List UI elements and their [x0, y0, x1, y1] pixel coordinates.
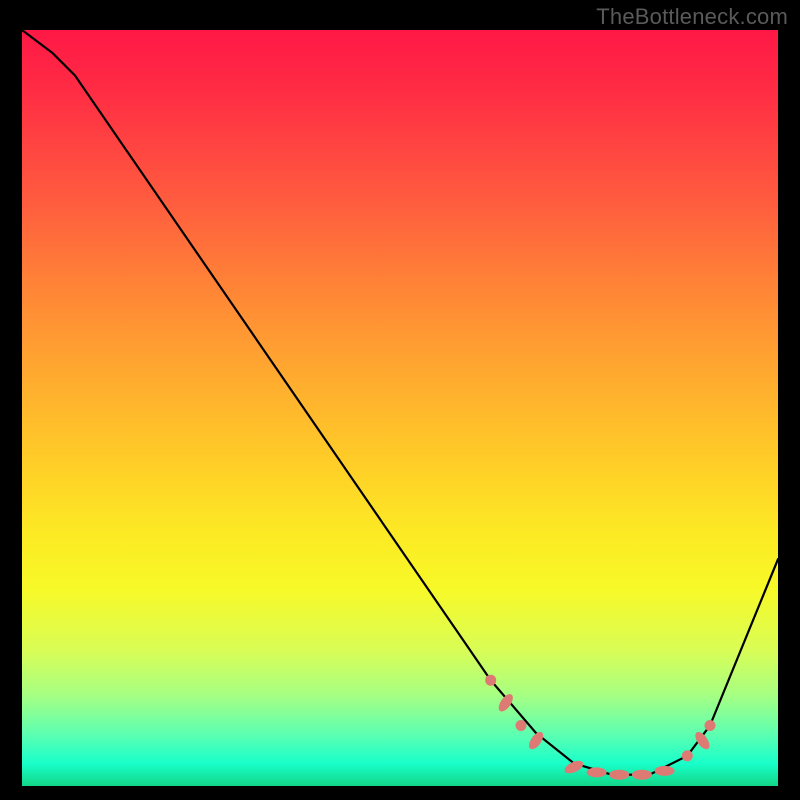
marker-dot	[682, 750, 693, 761]
marker-lozenge	[632, 770, 652, 780]
marker-lozenge	[496, 692, 516, 714]
plot-area	[22, 30, 778, 786]
marker-lozenge	[563, 758, 585, 776]
marker-lozenge	[655, 766, 675, 776]
marker-lozenge	[609, 770, 629, 780]
bottleneck-curve	[22, 30, 778, 775]
marker-dot	[485, 675, 496, 686]
curve-svg	[22, 30, 778, 786]
curve-markers	[485, 675, 715, 780]
marker-dot	[516, 720, 527, 731]
marker-lozenge	[693, 730, 713, 752]
watermark-text: TheBottleneck.com	[596, 4, 788, 30]
chart-frame: TheBottleneck.com	[0, 0, 800, 800]
marker-lozenge	[587, 767, 607, 777]
marker-dot	[705, 720, 716, 731]
